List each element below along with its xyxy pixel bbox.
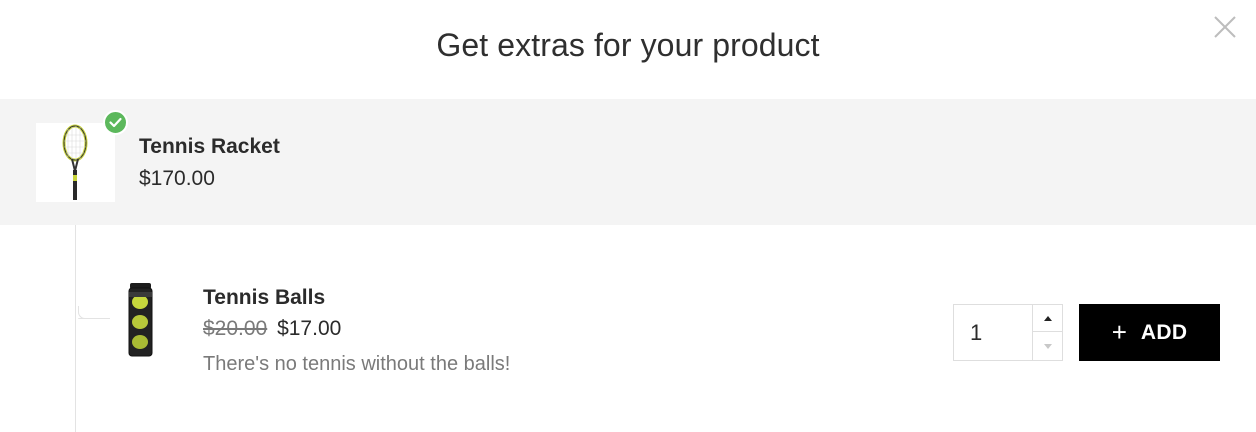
caret-down-icon	[1044, 344, 1052, 349]
tree-connector-branch-line	[78, 318, 110, 319]
modal-title: Get extras for your product	[436, 27, 820, 63]
quantity-input[interactable]	[954, 305, 1032, 360]
main-product-row: Tennis Racket $170.00	[0, 99, 1256, 225]
quantity-increment-button[interactable]	[1033, 305, 1063, 332]
main-product-price: $170.00	[139, 167, 215, 190]
close-icon	[1214, 16, 1236, 38]
add-button[interactable]: + ADD	[1079, 304, 1220, 361]
tree-connector-line	[75, 225, 76, 432]
quantity-stepper[interactable]	[953, 304, 1063, 361]
addon-product-name: Tennis Balls	[203, 286, 326, 309]
plus-icon: +	[1111, 316, 1127, 347]
main-product-name: Tennis Racket	[139, 135, 280, 158]
addon-prices: $20.00 $17.00	[203, 317, 341, 341]
quantity-spinner	[1032, 305, 1063, 360]
caret-up-icon	[1044, 315, 1052, 321]
addon-new-price: $17.00	[277, 317, 342, 340]
addon-description: There's no tennis without the balls!	[203, 353, 511, 375]
quantity-decrement-button[interactable]	[1033, 333, 1063, 360]
tennis-balls-can-image	[113, 280, 167, 360]
modal-header: Get extras for your product	[0, 0, 1256, 99]
tennis-racket-image	[36, 123, 115, 202]
add-button-label: ADD	[1140, 320, 1188, 344]
addon-old-price: $20.00	[203, 317, 268, 340]
check-circle-icon	[103, 110, 128, 135]
close-button[interactable]	[1210, 12, 1240, 42]
